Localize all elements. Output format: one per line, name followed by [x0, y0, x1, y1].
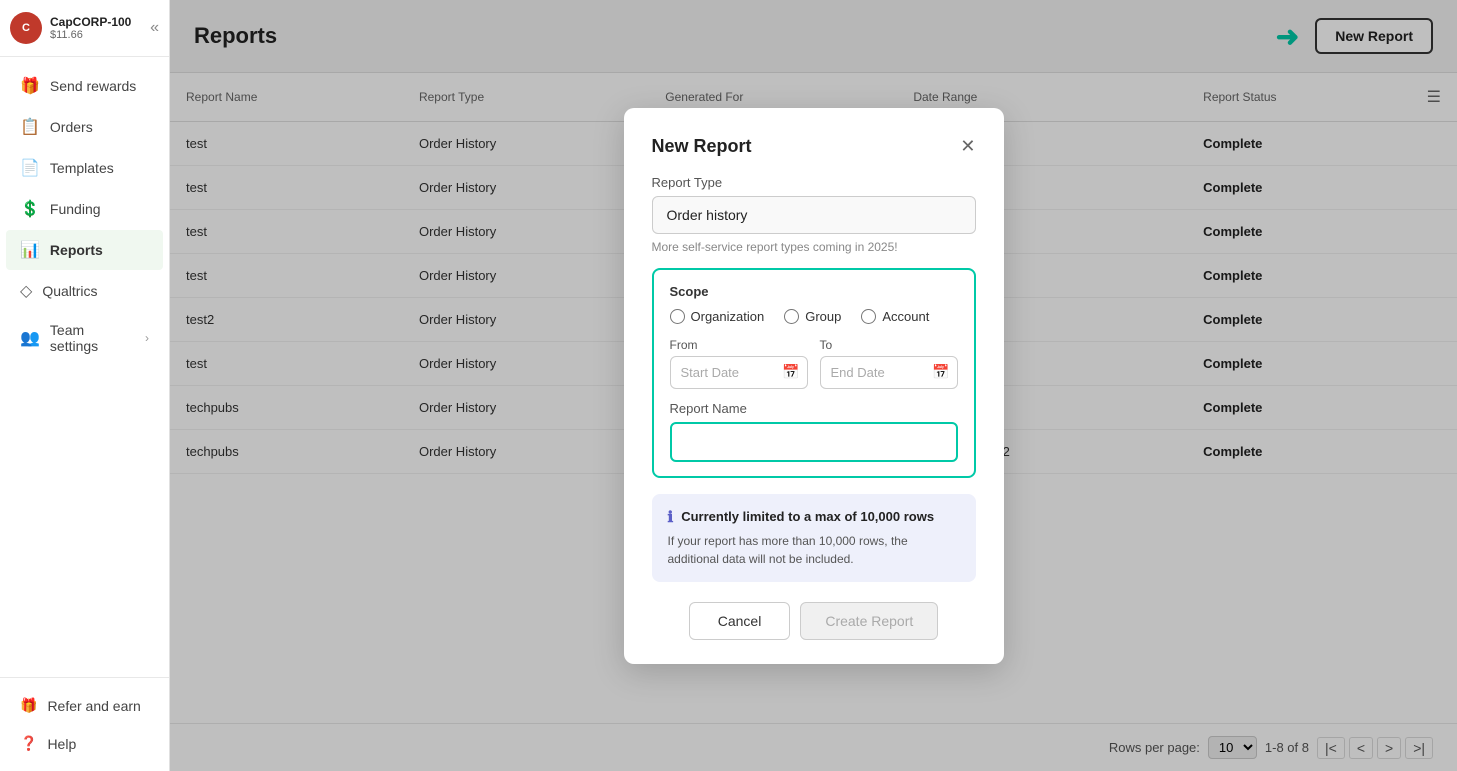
sidebar-bottom-label: Refer and earn: [47, 698, 140, 714]
collapse-sidebar-button[interactable]: «: [150, 19, 159, 37]
info-icon: ℹ: [668, 508, 674, 526]
create-report-button[interactable]: Create Report: [800, 602, 938, 640]
sidebar-item-label: Funding: [50, 201, 101, 217]
scope-radio-group[interactable]: [784, 309, 799, 324]
date-row: From 📅 To 📅: [670, 338, 958, 389]
info-box-header: ℹ Currently limited to a max of 10,000 r…: [668, 508, 960, 526]
sidebar-item-label: Send rewards: [50, 78, 136, 94]
sidebar-item-reports[interactable]: 📊 Reports: [6, 230, 163, 270]
user-name: CapCORP-100: [50, 15, 131, 29]
sidebar-item-label: Templates: [50, 160, 114, 176]
info-text: If your report has more than 10,000 rows…: [668, 532, 960, 568]
sidebar-item-label: Qualtrics: [42, 283, 97, 299]
sidebar-item-qualtrics[interactable]: ◇ Qualtrics: [6, 271, 163, 311]
sidebar-bottom-label: Help: [47, 736, 76, 752]
modal-overlay: New Report ✕ Report Type Order history M…: [170, 0, 1457, 771]
sidebar-item-orders[interactable]: 📋 Orders: [6, 107, 163, 147]
report-name-input[interactable]: [670, 422, 958, 462]
sidebar-item-templates[interactable]: 📄 Templates: [6, 148, 163, 188]
scope-option-account[interactable]: Account: [861, 309, 929, 324]
scope-box: Scope Organization Group Account: [652, 268, 976, 478]
sidebar-header: C CapCORP-100 $11.66 «: [0, 0, 169, 57]
end-date-wrap: 📅: [820, 356, 958, 389]
start-date-wrap: 📅: [670, 356, 808, 389]
user-balance: $11.66: [50, 29, 131, 41]
to-label: To: [820, 338, 958, 352]
templates-icon: 📄: [20, 158, 40, 178]
modal-title: New Report: [652, 136, 752, 157]
orders-icon: 📋: [20, 117, 40, 137]
sidebar-item-team-settings[interactable]: 👥 Team settings ›: [6, 312, 163, 364]
info-box: ℹ Currently limited to a max of 10,000 r…: [652, 494, 976, 582]
info-title: Currently limited to a max of 10,000 row…: [681, 509, 934, 524]
avatar: C: [10, 12, 42, 44]
new-report-modal: New Report ✕ Report Type Order history M…: [624, 108, 1004, 664]
report-name-label: Report Name: [670, 401, 958, 416]
sidebar-item-label: Orders: [50, 119, 93, 135]
refer-icon: 🎁: [20, 697, 37, 714]
report-type-display[interactable]: Order history: [652, 196, 976, 234]
from-label: From: [670, 338, 808, 352]
funding-icon: 💲: [20, 199, 40, 219]
reports-icon: 📊: [20, 240, 40, 260]
scope-radio-organization[interactable]: [670, 309, 685, 324]
qualtrics-icon: ◇: [20, 281, 32, 301]
team-settings-icon: 👥: [20, 328, 40, 348]
from-field: From 📅: [670, 338, 808, 389]
modal-footer: Cancel Create Report: [652, 602, 976, 640]
scope-option-group[interactable]: Group: [784, 309, 841, 324]
sidebar: C CapCORP-100 $11.66 « 🎁 Send rewards 📋 …: [0, 0, 170, 771]
modal-header: New Report ✕: [652, 136, 976, 157]
end-date-input[interactable]: [820, 356, 958, 389]
send-rewards-icon: 🎁: [20, 76, 40, 96]
user-info: CapCORP-100 $11.66: [50, 15, 131, 41]
scope-option-organization[interactable]: Organization: [670, 309, 765, 324]
report-type-label: Report Type: [652, 175, 976, 190]
report-type-hint: More self-service report types coming in…: [652, 240, 976, 254]
sidebar-user: C CapCORP-100 $11.66: [10, 12, 131, 44]
sidebar-nav: 🎁 Send rewards 📋 Orders 📄 Templates 💲 Fu…: [0, 57, 169, 677]
sidebar-item-label: Reports: [50, 242, 103, 258]
sidebar-item-funding[interactable]: 💲 Funding: [6, 189, 163, 229]
scope-label: Scope: [670, 284, 958, 299]
to-field: To 📅: [820, 338, 958, 389]
sidebar-item-refer[interactable]: 🎁 Refer and earn: [6, 687, 163, 724]
help-icon: ❓: [20, 735, 37, 752]
main-content: Reports ➜ New Report Report Name Report …: [170, 0, 1457, 771]
sidebar-item-label: Team settings: [50, 322, 135, 354]
start-date-input[interactable]: [670, 356, 808, 389]
sidebar-item-send-rewards[interactable]: 🎁 Send rewards: [6, 66, 163, 106]
chevron-right-icon: ›: [145, 331, 149, 345]
close-modal-button[interactable]: ✕: [960, 136, 975, 157]
cancel-button[interactable]: Cancel: [689, 602, 791, 640]
scope-options: Organization Group Account: [670, 309, 958, 324]
scope-radio-account[interactable]: [861, 309, 876, 324]
sidebar-item-help[interactable]: ❓ Help: [6, 725, 163, 762]
sidebar-bottom: 🎁 Refer and earn ❓ Help: [0, 677, 169, 771]
